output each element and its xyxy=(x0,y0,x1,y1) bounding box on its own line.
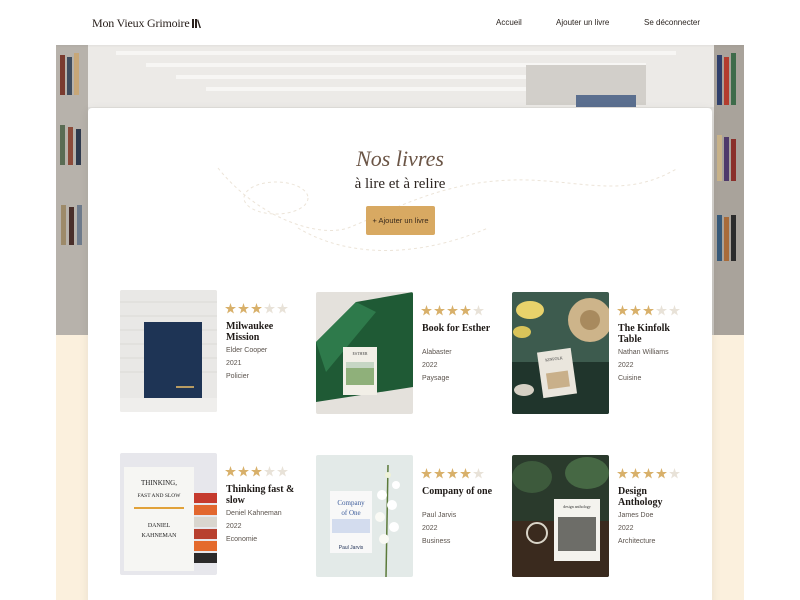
star-filled-icon xyxy=(460,305,471,316)
star-filled-icon xyxy=(238,466,249,477)
book-genre: Cuisine xyxy=(618,375,642,382)
star-filled-icon xyxy=(434,305,445,316)
book-genre: Policier xyxy=(226,373,249,380)
star-empty-icon xyxy=(264,466,275,477)
star-filled-icon xyxy=(656,468,667,479)
book-author: Deniel Kahneman xyxy=(226,510,282,517)
logo-text: Mon Vieux Grimoire xyxy=(92,16,190,30)
thinking-cover-text: FAST AND SLOW xyxy=(138,493,182,499)
book-year: 2022 xyxy=(422,362,438,369)
star-filled-icon xyxy=(630,468,641,479)
star-empty-icon xyxy=(473,305,484,316)
ceiling-beam xyxy=(116,51,676,55)
book-year: 2022 xyxy=(226,523,242,530)
star-filled-icon xyxy=(630,305,641,316)
add-book-button[interactable]: + Ajouter un livre xyxy=(366,206,435,235)
thinking-cover-text: THINKING, xyxy=(141,479,177,487)
books-panel: Nos livres à lire et à relire + Ajouter … xyxy=(88,108,712,600)
book-author: Elder Cooper xyxy=(226,347,268,354)
shelf-books xyxy=(576,95,636,107)
star-empty-icon xyxy=(277,303,288,314)
book-author: Paul Jarvis xyxy=(422,512,457,519)
book-title[interactable]: Milwaukee Mission xyxy=(226,321,298,343)
star-empty-icon xyxy=(264,303,275,314)
book-cover-book-for-esther[interactable]: ESTHER xyxy=(316,292,413,414)
star-filled-icon xyxy=(251,303,262,314)
star-rating xyxy=(225,303,288,314)
star-empty-icon xyxy=(669,468,680,479)
star-rating xyxy=(421,305,484,316)
book-genre: Paysage xyxy=(422,375,450,382)
star-empty-icon xyxy=(669,305,680,316)
star-filled-icon xyxy=(434,468,445,479)
book-card[interactable]: Milwaukee Mission Elder Cooper 2021 Poli… xyxy=(120,290,300,415)
book-title[interactable]: Book for Esther xyxy=(422,323,494,334)
book-title[interactable]: Thinking fast & slow xyxy=(226,484,298,506)
star-filled-icon xyxy=(238,303,249,314)
book-card[interactable]: KINFOLK The Kinfolk Table Nathan William… xyxy=(512,292,692,417)
top-navbar: Mon Vieux Grimoire Accueil Ajouter un li… xyxy=(56,0,744,45)
book-genre: Business xyxy=(422,538,451,545)
star-filled-icon xyxy=(643,468,654,479)
book-title[interactable]: The Kinfolk Table xyxy=(618,323,690,345)
star-filled-icon xyxy=(421,468,432,479)
nav-link-accueil[interactable]: Accueil xyxy=(496,18,522,27)
star-rating xyxy=(225,466,288,477)
book-year: 2022 xyxy=(618,362,634,369)
book-card[interactable]: THINKING, FAST AND SLOW DANIEL KAHNEMAN … xyxy=(120,453,300,578)
star-rating xyxy=(617,468,680,479)
book-year: 2022 xyxy=(422,525,438,532)
company-cover-text: Paul Jarvis xyxy=(339,545,364,551)
site-logo[interactable]: Mon Vieux Grimoire xyxy=(92,16,202,31)
book-genre: Economie xyxy=(226,536,258,543)
star-filled-icon xyxy=(421,305,432,316)
book-card[interactable]: design anthology Design Anthology James … xyxy=(512,455,692,580)
star-filled-icon xyxy=(460,468,471,479)
anthology-cover-text: design anthology xyxy=(563,504,590,509)
bookshelf-right xyxy=(714,45,744,335)
book-cover-milwaukee-mission[interactable] xyxy=(120,290,217,412)
star-empty-icon xyxy=(277,466,288,477)
book-stack-logo-icon xyxy=(192,19,202,28)
page-title: Nos livres xyxy=(356,146,444,171)
company-cover-text: of One xyxy=(341,509,360,517)
book-genre: Architecture xyxy=(618,538,656,545)
book-cover-design-anthology[interactable]: design anthology xyxy=(512,455,609,577)
star-filled-icon xyxy=(225,466,236,477)
book-title[interactable]: Design Anthology xyxy=(618,486,690,508)
book-card[interactable]: ESTHER Book for Esther Alabaster 2022 Pa… xyxy=(316,292,496,417)
star-rating xyxy=(421,468,484,479)
star-filled-icon xyxy=(447,468,458,479)
star-filled-icon xyxy=(643,305,654,316)
book-year: 2022 xyxy=(618,525,634,532)
star-filled-icon xyxy=(251,466,262,477)
book-card[interactable]: Company of One Paul Jarvis Company of on… xyxy=(316,455,496,580)
book-cover-company-of-one[interactable]: Company of One Paul Jarvis xyxy=(316,455,413,577)
star-filled-icon xyxy=(447,305,458,316)
star-filled-icon xyxy=(617,305,628,316)
book-author: Nathan Williams xyxy=(618,349,669,356)
company-cover-text: Company xyxy=(337,499,365,507)
star-empty-icon xyxy=(656,305,667,316)
page-subtitle: à lire et à relire xyxy=(354,176,446,192)
nav-link-ajouter-livre[interactable]: Ajouter un livre xyxy=(556,18,609,27)
book-title[interactable]: Company of one xyxy=(422,486,494,497)
esther-cover-text: ESTHER xyxy=(352,351,367,356)
book-author: Alabaster xyxy=(422,349,452,356)
book-cover-thinking-fast-slow[interactable]: THINKING, FAST AND SLOW DANIEL KAHNEMAN xyxy=(120,453,217,575)
star-filled-icon xyxy=(225,303,236,314)
app-frame: Mon Vieux Grimoire Accueil Ajouter un li… xyxy=(56,0,744,600)
star-filled-icon xyxy=(617,468,628,479)
star-empty-icon xyxy=(473,468,484,479)
star-rating xyxy=(617,305,680,316)
thinking-cover-text: DANIEL xyxy=(148,523,171,529)
nav-link-se-deconnecter[interactable]: Se déconnecter xyxy=(644,18,700,27)
book-author: James Doe xyxy=(618,512,654,519)
bookshelf-left xyxy=(56,45,88,335)
book-cover-kinfolk-table[interactable]: KINFOLK xyxy=(512,292,609,414)
book-year: 2021 xyxy=(226,360,242,367)
thinking-cover-text: KAHNEMAN xyxy=(142,533,178,539)
